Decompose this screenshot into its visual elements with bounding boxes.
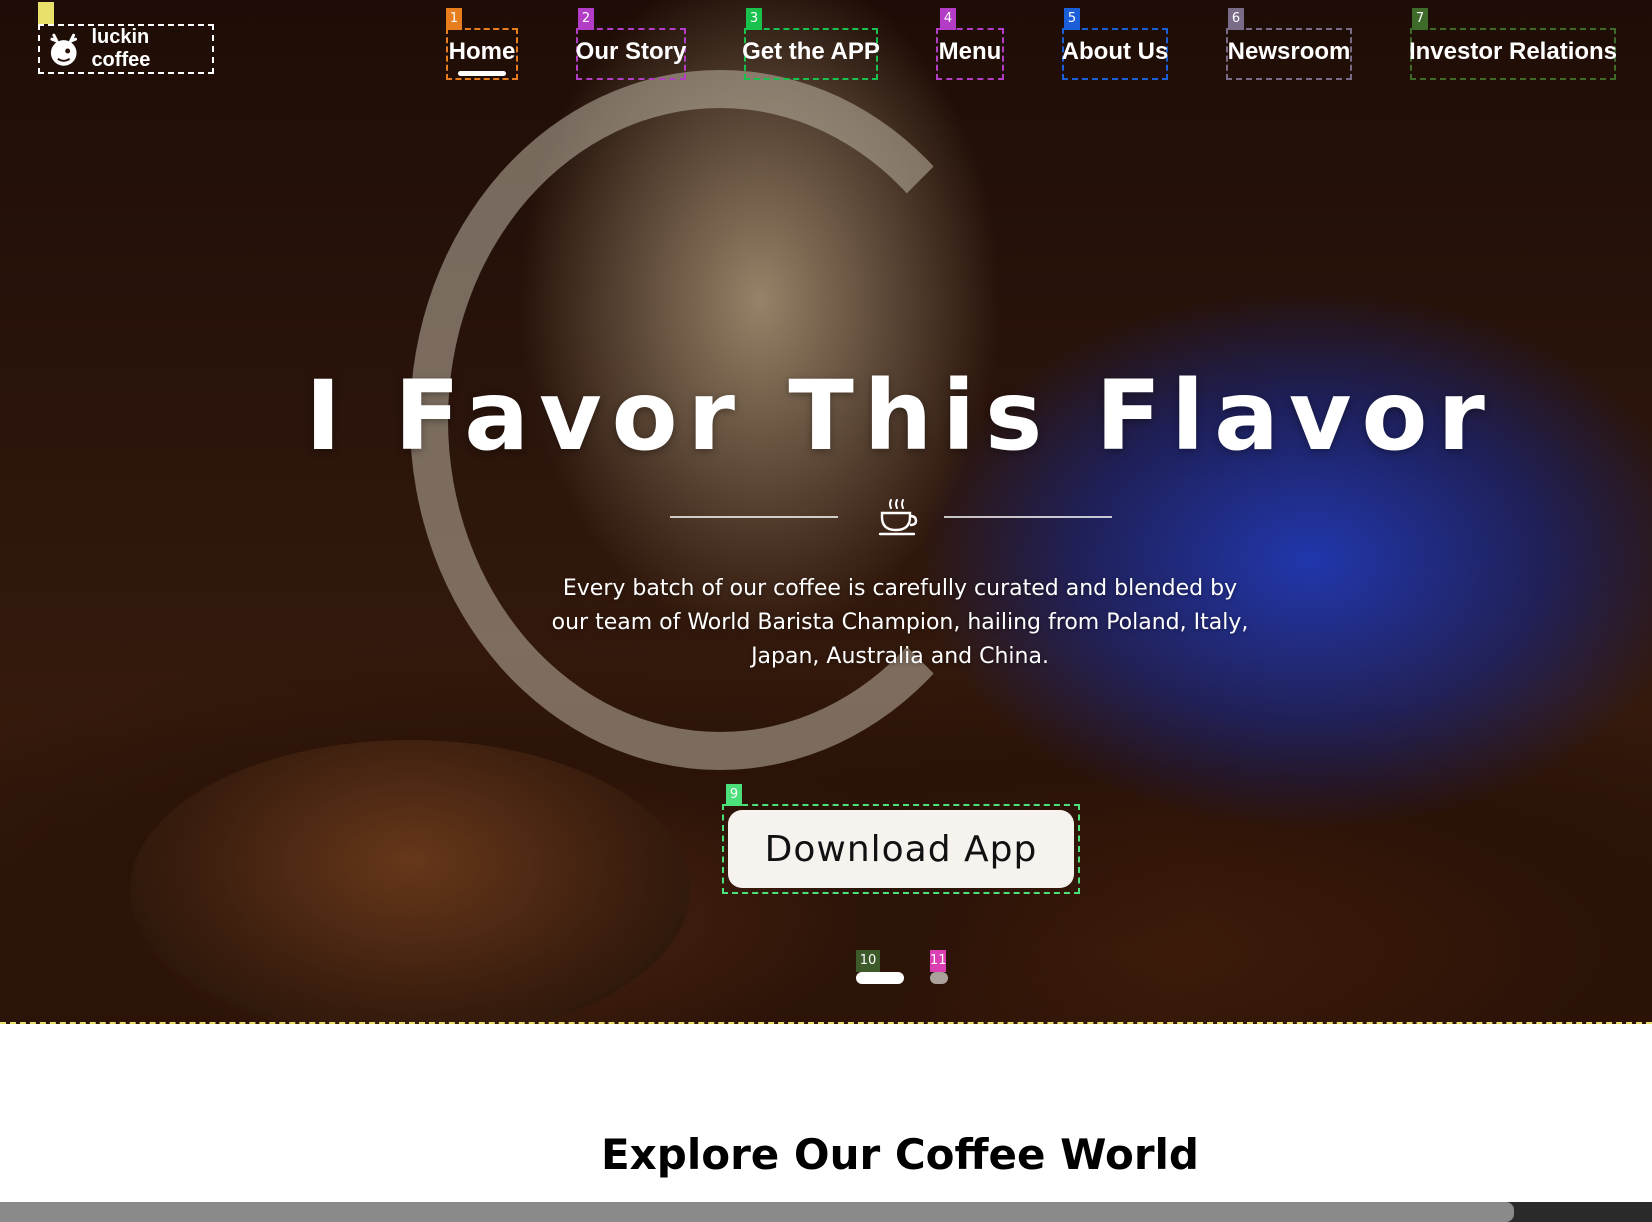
nav-about-us[interactable]: About Us xyxy=(1062,28,1168,80)
marker-badge: 5 xyxy=(1064,8,1080,30)
nav-investor-relations-label: Investor Relations xyxy=(1408,38,1618,65)
marker-badge: 7 xyxy=(1412,8,1428,30)
nav-newsroom-label: Newsroom xyxy=(1227,38,1351,65)
active-indicator xyxy=(458,71,506,76)
hero-bottom-border xyxy=(0,1022,1652,1024)
marker-badge: 1 xyxy=(446,8,462,30)
nav-menu-label: Menu xyxy=(938,38,1002,65)
section-title: Explore Our Coffee World xyxy=(600,1130,1199,1179)
carousel-dot[interactable] xyxy=(930,972,948,984)
hero-description: Every batch of our coffee is carefully c… xyxy=(551,576,1249,669)
logo-text: luckin coffee xyxy=(91,26,151,71)
nav-newsroom[interactable]: Newsroom xyxy=(1226,28,1352,80)
download-app-button[interactable]: Download App xyxy=(722,804,1080,894)
carousel-dot-active[interactable] xyxy=(856,972,904,984)
marker-badge: 9 xyxy=(726,784,742,806)
horizontal-scrollbar[interactable] xyxy=(0,1202,1652,1222)
marker-badge: 3 xyxy=(746,8,762,30)
divider-right xyxy=(944,516,1112,518)
nav-investor-relations[interactable]: Investor Relations xyxy=(1408,28,1618,80)
nav-home-label: Home xyxy=(448,38,516,65)
nav-menu[interactable]: Menu xyxy=(936,28,1004,80)
hero-banner: luckin coffee 8 Home 1 Our Story 2 Get t… xyxy=(0,0,1652,1024)
nav-get-the-app[interactable]: Get the APP xyxy=(742,28,880,80)
scrollbar-thumb[interactable] xyxy=(0,1202,1514,1222)
nav-our-story[interactable]: Our Story xyxy=(576,28,686,80)
nav-our-story-label: Our Story xyxy=(575,38,687,65)
luckin-coffee-logo[interactable]: luckin coffee xyxy=(38,24,214,74)
marker-badge: 2 xyxy=(578,8,594,30)
download-app-label: Download App xyxy=(728,810,1074,888)
nav-home[interactable]: Home xyxy=(446,28,518,80)
marker-badge: 10 xyxy=(856,950,880,972)
divider-left xyxy=(670,516,838,518)
coffee-cup-icon xyxy=(878,499,918,536)
hero-headline: I Favor This Flavor xyxy=(305,360,1495,472)
coffee-beans-image xyxy=(130,740,690,1024)
marker-badge: 11 xyxy=(930,950,947,972)
nav-get-the-app-label: Get the APP xyxy=(742,38,880,65)
deer-logo-icon xyxy=(50,33,78,66)
marker-badge: 6 xyxy=(1228,8,1244,30)
marker-badge: 8 xyxy=(38,2,54,24)
marker-badge: 4 xyxy=(940,8,956,30)
nav-about-us-label: About Us xyxy=(1061,38,1169,65)
